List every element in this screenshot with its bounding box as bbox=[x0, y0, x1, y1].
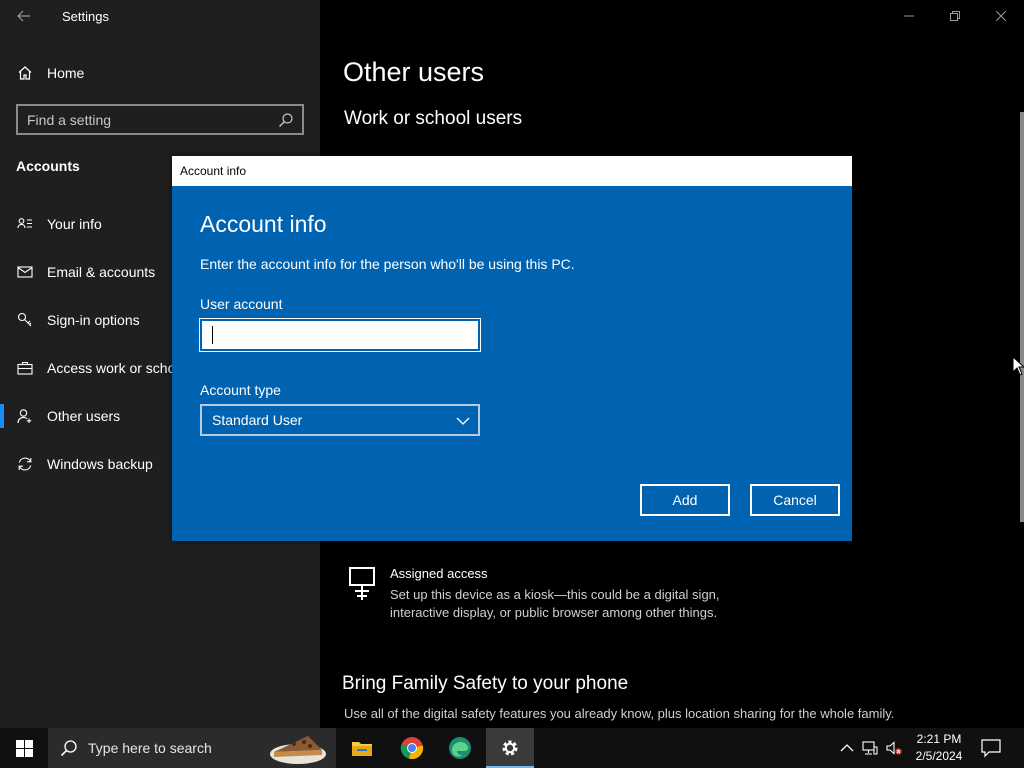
back-arrow-icon bbox=[17, 10, 30, 22]
start-button[interactable] bbox=[0, 728, 48, 768]
title-bar: Settings bbox=[0, 0, 320, 32]
windows-logo-icon bbox=[15, 739, 33, 757]
dialog-title-bar[interactable]: Account info bbox=[172, 156, 852, 186]
close-icon bbox=[996, 11, 1006, 21]
section-heading-work-school: Work or school users bbox=[344, 108, 523, 129]
close-button[interactable] bbox=[978, 0, 1024, 32]
pie-illustration-icon bbox=[270, 736, 326, 764]
taskbar-search-text: Type here to search bbox=[88, 740, 212, 756]
window-controls bbox=[886, 0, 1024, 32]
clock-date: 2/5/2024 bbox=[915, 749, 963, 763]
sidebar-item-label: Sign-in options bbox=[47, 312, 140, 328]
restore-icon bbox=[950, 11, 960, 21]
account-type-value: Standard User bbox=[212, 412, 303, 428]
user-account-label: User account bbox=[200, 296, 283, 312]
person-add-icon bbox=[16, 407, 34, 425]
page-title: Other users bbox=[343, 57, 485, 87]
key-icon bbox=[16, 311, 34, 329]
search-icon bbox=[60, 740, 77, 757]
dialog-description: Enter the account info for the person wh… bbox=[200, 256, 575, 272]
scrollbar[interactable] bbox=[1020, 112, 1024, 522]
assigned-access-description: Set up this device as a kiosk—this could… bbox=[390, 587, 720, 620]
home-icon bbox=[16, 64, 34, 82]
person-card-icon bbox=[16, 215, 34, 233]
taskbar-settings[interactable] bbox=[486, 728, 534, 768]
mail-icon bbox=[16, 263, 34, 281]
add-button[interactable]: Add bbox=[640, 484, 730, 516]
find-setting-box[interactable] bbox=[16, 104, 304, 135]
user-account-field[interactable] bbox=[199, 318, 481, 352]
back-button[interactable] bbox=[8, 4, 40, 28]
sync-icon bbox=[16, 455, 34, 473]
chrome-icon bbox=[400, 737, 424, 760]
taskbar-chrome[interactable] bbox=[388, 728, 436, 768]
sidebar-item-home[interactable]: Home bbox=[0, 58, 320, 88]
taskbar: Type here to search 2:21 PM 2/5/2024 bbox=[0, 728, 1024, 768]
text-caret bbox=[212, 326, 213, 344]
dialog-heading: Account info bbox=[200, 211, 327, 237]
account-type-select[interactable]: Standard User bbox=[200, 404, 480, 436]
sidebar-item-label: Windows backup bbox=[47, 456, 153, 472]
assigned-access-link[interactable]: Assigned access bbox=[390, 566, 488, 581]
taskbar-clock[interactable]: 2:21 PM 2/5/2024 bbox=[908, 731, 970, 765]
find-setting-input[interactable] bbox=[27, 111, 267, 129]
family-description: Use all of the digital safety features y… bbox=[344, 706, 895, 721]
gear-icon bbox=[502, 740, 518, 756]
network-icon[interactable] bbox=[862, 740, 878, 756]
kiosk-icon bbox=[349, 567, 375, 600]
app-title: Settings bbox=[62, 9, 109, 24]
mouse-cursor-icon bbox=[1012, 356, 1024, 376]
section-label-accounts: Accounts bbox=[16, 158, 80, 174]
cancel-button[interactable]: Cancel bbox=[750, 484, 840, 516]
taskbar-search-box[interactable]: Type here to search bbox=[48, 728, 336, 768]
sidebar-item-label: Home bbox=[47, 65, 85, 81]
clock-time: 2:21 PM bbox=[916, 732, 962, 746]
folder-icon bbox=[352, 742, 372, 756]
sidebar-item-label: Email & accounts bbox=[47, 264, 156, 280]
minimize-icon bbox=[904, 15, 914, 17]
minimize-button[interactable] bbox=[886, 0, 932, 32]
restore-button[interactable] bbox=[932, 0, 978, 32]
taskbar-file-explorer[interactable] bbox=[338, 728, 386, 768]
sidebar-item-access-work[interactable]: Access work or school bbox=[0, 348, 172, 388]
chevron-up-icon[interactable] bbox=[839, 740, 855, 756]
account-info-dialog: Account info Account info Enter the acco… bbox=[172, 156, 852, 541]
user-account-input[interactable] bbox=[202, 321, 478, 349]
sidebar-item-label: Access work or school bbox=[47, 360, 172, 376]
edge-icon bbox=[449, 737, 471, 759]
account-type-label: Account type bbox=[200, 382, 281, 398]
search-icon[interactable] bbox=[278, 112, 294, 128]
dialog-window-title: Account info bbox=[180, 164, 247, 178]
taskbar-edge[interactable] bbox=[436, 728, 484, 768]
section-heading-family: Bring Family Safety to your phone bbox=[342, 673, 629, 694]
notification-icon[interactable] bbox=[980, 738, 1002, 758]
sidebar-item-label: Other users bbox=[47, 408, 121, 424]
chevron-down-icon bbox=[456, 417, 470, 425]
sidebar-item-label: Your info bbox=[47, 216, 102, 232]
volume-muted-icon[interactable] bbox=[886, 740, 902, 756]
briefcase-icon bbox=[16, 359, 34, 377]
